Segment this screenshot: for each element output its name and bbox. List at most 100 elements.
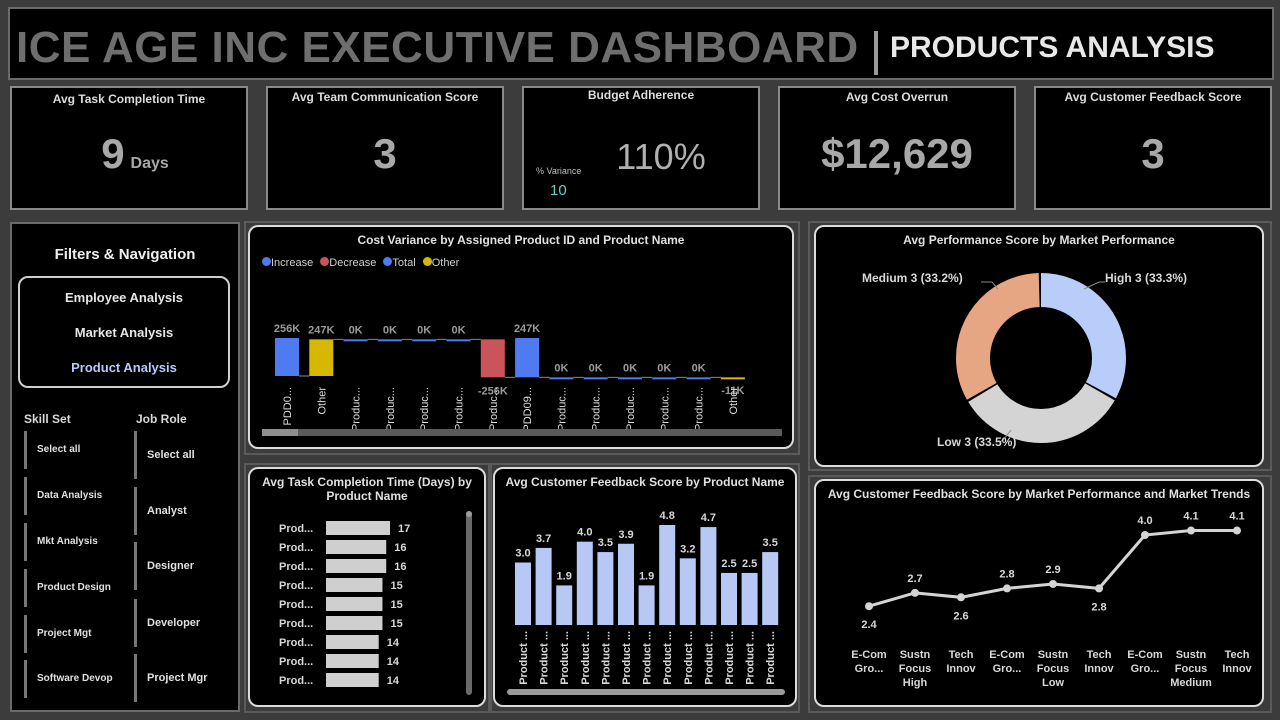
x-tick-label: Focus (1175, 663, 1207, 675)
data-label: 16 (394, 542, 406, 554)
job-role-option[interactable]: Project Mgr (134, 654, 208, 702)
job-role-option[interactable]: Developer (134, 599, 200, 647)
x-tick-label: Produc... (659, 387, 671, 431)
skill-set-option[interactable]: Mkt Analysis (24, 523, 98, 561)
x-tick-label: Focus (899, 663, 931, 675)
skill-set-option[interactable]: Select all (24, 431, 80, 469)
skill-set-option[interactable]: Project Mgt (24, 615, 91, 653)
donut-chart-panel: Avg Performance Score by Market Performa… (814, 225, 1264, 467)
nav-title: Filters & Navigation (54, 246, 196, 263)
data-label: 3.2 (680, 543, 695, 555)
x-tick-label: Innov (1222, 663, 1252, 675)
data-label: 2.9 (1045, 564, 1060, 576)
y-tick-label: Prod... (279, 580, 313, 592)
data-label: 14 (387, 637, 400, 649)
filters-navigation-panel: Filters & Navigation Employee Analysis M… (10, 222, 240, 712)
x-tick-label: Sustn (1038, 649, 1069, 661)
slice-label: High 3 (33.3%) (1105, 271, 1187, 285)
x-tick-label: PDD09... (522, 387, 534, 432)
skill-set-option[interactable]: Software Devop (24, 660, 113, 698)
data-label: 3.9 (618, 529, 633, 541)
data-label: 2.7 (907, 573, 922, 585)
vbar (597, 552, 614, 625)
x-tick-label: Focus (1037, 663, 1069, 675)
horizontal-scrollbar[interactable] (262, 429, 782, 436)
line-point (1187, 526, 1195, 535)
vbar (618, 543, 634, 625)
kpi-value: 9 (101, 130, 125, 177)
data-label: 3.5 (598, 537, 613, 549)
waterfall-chart-panel: Cost Variance by Assigned Product ID and… (248, 225, 794, 449)
scrollbar-thumb[interactable] (466, 511, 472, 517)
kpi-card-budget-adherence: Budget Adherence 110% % Variance 10 (522, 86, 760, 210)
kpi-title: Avg Team Communication Score (291, 90, 479, 104)
scrollbar-thumb[interactable] (262, 429, 298, 436)
x-tick-label: Produc... (419, 387, 431, 431)
vbar (762, 552, 779, 625)
line-point (911, 588, 919, 597)
data-label: 0K (692, 362, 706, 374)
vbar (679, 558, 696, 625)
hbar (326, 578, 383, 592)
x-tick-label: Tech (1225, 649, 1250, 661)
x-tick-label: Product ... (580, 631, 592, 685)
dashboard-title: ICE AGE INC EXECUTIVE DASHBOARD (16, 23, 859, 72)
y-tick-label: Prod... (279, 675, 313, 687)
waterfall-bar (309, 339, 334, 376)
y-tick-label: Prod... (279, 618, 313, 630)
x-tick-label: Product ... (621, 631, 633, 685)
hbar (326, 673, 379, 687)
data-label: 3.0 (515, 548, 530, 560)
line-point (1003, 584, 1011, 593)
x-tick-label: E-Com (851, 649, 887, 661)
y-tick-label: Prod... (279, 561, 313, 573)
vbar (535, 547, 552, 625)
variance-label: % Variance (536, 166, 582, 176)
kpi-card-team-communication: Avg Team Communication Score 3 (266, 86, 504, 210)
page-subtitle: PRODUCTS ANALYSIS (890, 31, 1215, 64)
data-label: 1.9 (639, 570, 654, 582)
x-tick-label: High (903, 677, 928, 689)
kpi-title: Avg Cost Overrun (845, 90, 949, 104)
vbar (638, 585, 655, 625)
data-label: 3.5 (763, 537, 778, 549)
data-label: 4.0 (1137, 515, 1152, 527)
x-tick-label: Product ... (600, 631, 612, 685)
x-tick-label: E-Com (1127, 649, 1163, 661)
x-tick-label: Sustn (900, 649, 931, 661)
job-role-option[interactable]: Analyst (134, 487, 187, 535)
x-tick-label: Product ... (662, 631, 674, 685)
x-tick-label: Produc... (591, 387, 603, 431)
title-separator (874, 31, 878, 75)
product-analysis-button[interactable]: Product Analysis (20, 360, 228, 375)
job-role-option[interactable]: Designer (134, 542, 194, 590)
kpi-card-cost-overrun: Avg Cost Overrun $12,629 (778, 86, 1016, 210)
x-tick-label: Produc... (556, 387, 568, 431)
x-tick-label: Innov (1084, 663, 1114, 675)
waterfall-bar (583, 377, 608, 380)
line-point (957, 593, 965, 602)
employee-analysis-button[interactable]: Employee Analysis (20, 290, 228, 305)
data-label: 4.1 (1229, 511, 1244, 523)
slice-label: Low 3 (33.5%) (937, 435, 1016, 449)
data-label: 14 (387, 656, 400, 668)
skill-set-option[interactable]: Data Analysis (24, 477, 102, 515)
data-label: 247K (514, 323, 540, 335)
vertical-scrollbar[interactable] (466, 511, 472, 695)
x-tick-label: Medium (1170, 677, 1212, 689)
market-analysis-button[interactable]: Market Analysis (20, 325, 228, 340)
job-role-option[interactable]: Select all (134, 431, 195, 479)
x-tick-label: Product ... (559, 631, 571, 685)
data-label: 2.5 (742, 558, 757, 570)
task-time-bar-chart: Prod... 17 Prod... 16 Prod... 16 Prod... 15 Prod… (279, 521, 410, 687)
skill-set-option[interactable]: Product Design (24, 569, 111, 607)
feedback-bar-chart: 3.0 Product ... 3.7 Product ... 1.9 Product .… (515, 510, 779, 685)
data-label: 2.4 (861, 619, 877, 631)
x-tick-label: Product ... (518, 631, 530, 685)
horizontal-scrollbar[interactable] (507, 689, 785, 695)
x-tick-label: Innov (946, 663, 976, 675)
hbar (326, 559, 387, 573)
y-tick-label: Prod... (279, 656, 313, 668)
x-tick-label: Product ... (745, 631, 757, 685)
data-label: 0K (554, 362, 568, 374)
